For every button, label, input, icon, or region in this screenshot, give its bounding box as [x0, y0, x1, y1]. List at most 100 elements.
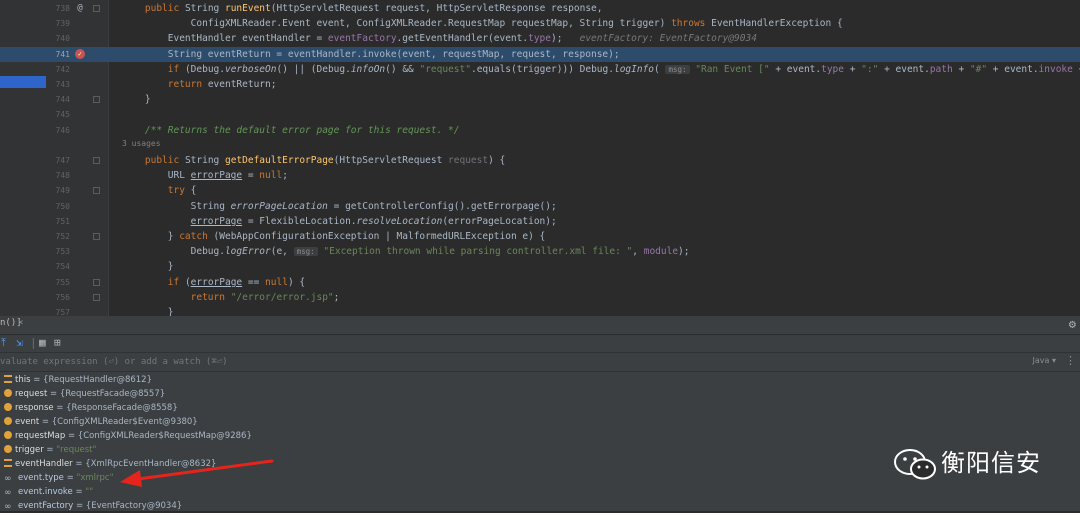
evaluate-expression-input[interactable] [0, 354, 1020, 369]
parameter-hint: msg: [293, 247, 318, 257]
code-line[interactable]: 739 ConfigXMLReader.Event event, ConfigX… [0, 16, 1080, 31]
frames-view-icon[interactable]: ▦ [39, 337, 46, 349]
variable-name: response [15, 403, 54, 413]
variable-item[interactable]: requestMap = {ConfigXMLReader$RequestMap… [4, 429, 252, 443]
breakpoint-icon[interactable]: ✓ [75, 48, 85, 59]
variable-item[interactable]: trigger = "request" [4, 443, 96, 457]
watch-item[interactable]: ∞ event.type = "xmlrpc" [4, 471, 114, 485]
code-token: } [122, 261, 174, 273]
line-number: 746 [55, 125, 70, 135]
fold-marker-icon[interactable] [93, 5, 100, 12]
code-editor[interactable]: 738 @ public String runEvent(HttpServletR… [0, 0, 1080, 316]
code-token: String [184, 155, 225, 166]
code-token: + [844, 63, 862, 75]
code-token: null [265, 276, 288, 288]
code-line[interactable]: 749 try { [0, 183, 1080, 198]
fold-marker-icon[interactable] [93, 278, 100, 286]
variable-value: "xmlrpc" [76, 473, 114, 483]
inline-value: eventFactory: EventFactory@9034 [579, 33, 757, 45]
code-line[interactable]: 750 String errorPageLocation = getContro… [0, 199, 1080, 214]
code-token: String [184, 3, 225, 14]
step-over-icon[interactable]: ⤒ [1, 337, 6, 349]
watermark-text: 衡阳信安 [941, 449, 1041, 477]
current-code-line[interactable]: 741 ✓ String eventReturn = eventHandler.i… [0, 46, 1080, 62]
variable-icon [4, 417, 12, 425]
annotation-gutter-icon[interactable]: @ [75, 3, 85, 13]
close-icon[interactable]: × [18, 318, 23, 328]
code-line[interactable]: 753 Debug.logError(e, msg: "Exception th… [0, 244, 1080, 259]
more-options-icon[interactable]: ⋮ [1065, 354, 1076, 367]
code-token: } [122, 94, 151, 106]
code-token: eventFactory [327, 33, 397, 45]
code-line[interactable]: 754 } [0, 259, 1080, 274]
fold-marker-icon[interactable] [93, 233, 100, 240]
equals-sign: = [65, 431, 78, 441]
variable-name: event [15, 417, 40, 427]
restore-layout-icon[interactable]: ⊞ [54, 337, 61, 349]
language-label: Java [1032, 356, 1050, 365]
code-token: ); [678, 246, 690, 258]
code-token: infoOn [350, 63, 386, 75]
code-token: = getControllerConfig().getErrorpage(); [327, 200, 557, 212]
code-token: "#" [969, 63, 988, 75]
fold-marker-icon[interactable] [93, 293, 100, 301]
code-token: type [821, 63, 844, 75]
code-line[interactable]: 757 } [0, 305, 1080, 316]
code-line[interactable]: 740 EventHandler eventHandler = eventFac… [0, 31, 1080, 46]
line-number: 740 [55, 34, 70, 44]
variable-value: {RequestFacade@8557} [59, 389, 166, 399]
variable-name: request [15, 389, 48, 399]
code-text: String eventReturn = eventHandler.invoke… [122, 47, 620, 62]
usages-hint[interactable]: 3 usages [122, 139, 161, 148]
code-line[interactable]: 748 URL errorPage = null; [0, 168, 1080, 183]
variable-item[interactable]: event = {ConfigXMLReader$Event@9380} [4, 415, 198, 429]
evaluate-expression-bar: Java ▾ ⋮ [0, 353, 1080, 372]
code-line[interactable]: 756 return "/error/error.jsp"; [0, 290, 1080, 305]
variable-icon [4, 431, 12, 439]
code-token: logInfo [613, 63, 655, 75]
code-line[interactable]: 746 /** Returns the default error page f… [0, 123, 1080, 138]
code-text: } catch (WebAppConfigurationException | … [122, 229, 546, 244]
code-line[interactable]: 738 @ public String runEvent(HttpServletR… [0, 1, 1080, 16]
code-line[interactable]: 751 errorPage = FlexibleLocation.resolve… [0, 214, 1080, 229]
code-token: , [632, 246, 644, 258]
fold-marker-icon[interactable] [93, 157, 100, 164]
code-token: throws [671, 18, 712, 30]
code-line[interactable]: 747 public String getDefaultErrorPage(Ht… [0, 153, 1080, 168]
code-token: () && [385, 63, 420, 75]
equals-sign: = [30, 375, 44, 385]
code-line[interactable]: 755 if (errorPage == null) { [0, 275, 1080, 290]
line-number: 743 [55, 80, 70, 89]
watch-item[interactable]: ∞ event.invoke = "" [4, 485, 93, 499]
line-number: 747 [55, 156, 70, 165]
code-text: } [122, 259, 174, 274]
fold-marker-icon[interactable] [93, 96, 100, 104]
gear-icon[interactable]: ⚙ [1069, 317, 1076, 331]
code-token: path [929, 63, 953, 75]
code-token: eventReturn; [207, 79, 277, 90]
variable-item[interactable]: this = {RequestHandler@8612} [4, 373, 152, 387]
code-token: try [167, 185, 191, 197]
code-line[interactable]: 752 } catch (WebAppConfigurationExceptio… [0, 229, 1080, 244]
line-number: 745 [55, 110, 70, 120]
variable-value: "request" [56, 445, 97, 455]
language-selector[interactable]: Java ▾ [1033, 356, 1056, 365]
code-line[interactable]: 743 return eventReturn; [0, 77, 1080, 92]
variable-icon [4, 445, 12, 453]
code-token: verboseOn [224, 63, 277, 75]
code-token: module [643, 246, 679, 258]
line-number: 750 [55, 201, 70, 211]
code-line[interactable]: 744 } [0, 92, 1080, 107]
code-line[interactable]: 742 if (Debug.verboseOn() || (Debug.info… [0, 62, 1080, 77]
fold-marker-icon[interactable] [93, 187, 100, 195]
variable-name: event.type [18, 473, 64, 483]
watch-icon: ∞ [4, 502, 12, 512]
code-token: catch [179, 231, 214, 242]
code-line[interactable]: 745 [0, 107, 1080, 122]
variable-item[interactable]: response = {ResponseFacade@8558} [4, 401, 178, 415]
step-into-icon[interactable]: ⇲ [16, 337, 23, 349]
code-token: (errorPageLocation); [442, 215, 557, 227]
variable-item[interactable]: request = {RequestFacade@8557} [4, 387, 165, 401]
